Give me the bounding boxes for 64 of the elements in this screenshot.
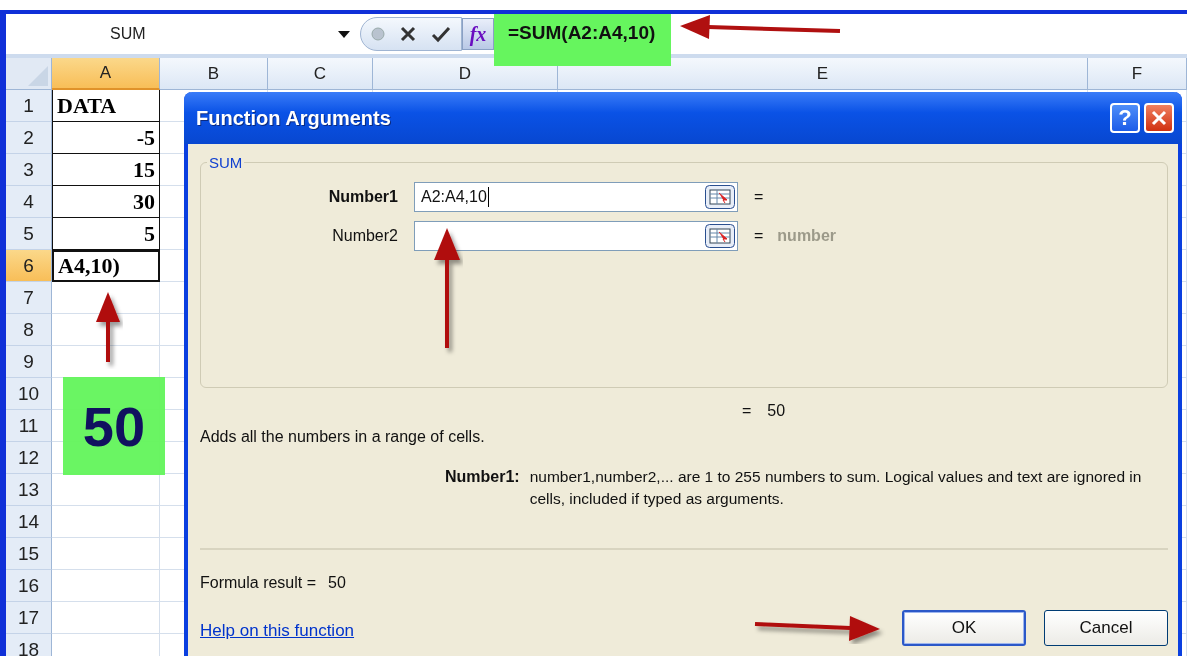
row-header[interactable]: 18: [6, 634, 52, 656]
row-header[interactable]: 5: [6, 218, 52, 250]
row-header[interactable]: 13: [6, 474, 52, 506]
row-header[interactable]: 10: [6, 378, 52, 410]
table-cell: DATA: [52, 90, 160, 122]
row-header[interactable]: 4: [6, 186, 52, 218]
column-header[interactable]: A: [52, 58, 160, 90]
argument-result: number: [777, 226, 836, 245]
dialog-button[interactable]: Cancel: [1044, 610, 1168, 646]
row-header[interactable]: 6: [6, 250, 52, 282]
argument-help-text: number1,number2,... are 1 to 255 numbers to sum. Logical values and text are ignored in cells, included if typed as arguments.: [529, 467, 1143, 509]
function-description: Adds all the numbers in a range of cells.: [200, 428, 486, 446]
table-cell: -5: [52, 122, 160, 154]
row-header[interactable]: 15: [6, 538, 52, 570]
equals-sign: =: [742, 402, 752, 420]
range-select-icon[interactable]: [705, 223, 735, 248]
dropdown-caret-icon[interactable]: [338, 30, 350, 38]
argument-field[interactable]: A2:A4,10: [414, 181, 738, 212]
function-result: 50: [767, 402, 786, 420]
close-button[interactable]: [1144, 103, 1174, 133]
help-button[interactable]: ?: [1110, 103, 1140, 133]
row-header[interactable]: 7: [6, 282, 52, 314]
equals-sign: =: [754, 226, 764, 245]
triangle-icon: [28, 66, 48, 86]
table-cell: 30: [52, 186, 160, 218]
formula-result-label: Formula result =: [200, 574, 317, 592]
column-header[interactable]: F: [1088, 58, 1187, 90]
checkmark-icon[interactable]: [431, 25, 451, 43]
result-callout: 50: [63, 377, 165, 475]
formula-field[interactable]: =SUM(A2:A4,10): [494, 14, 672, 66]
row-header[interactable]: 2: [6, 122, 52, 154]
argument-label: Number1: [327, 187, 399, 206]
column-header[interactable]: E: [558, 58, 1088, 90]
dialog-title: Function Arguments: [196, 106, 392, 130]
argument-label: Number2: [331, 226, 399, 245]
formula-result-value: 50: [328, 574, 346, 592]
table-cell: 15: [52, 154, 160, 186]
row-header[interactable]: 16: [6, 570, 52, 602]
argument-help-label: Number1:: [445, 468, 520, 487]
help-link[interactable]: Help on this function: [200, 621, 355, 641]
group-label: SUM: [208, 154, 244, 171]
arrow: [96, 292, 120, 362]
table-cell: A4,10): [52, 250, 160, 282]
row-header[interactable]: 1: [6, 90, 52, 122]
column-header[interactable]: C: [268, 58, 373, 90]
range-select-icon[interactable]: [705, 184, 735, 209]
equals-sign: =: [754, 187, 764, 206]
row-header[interactable]: 17: [6, 602, 52, 634]
row-header[interactable]: 14: [6, 506, 52, 538]
insert-function-button[interactable]: fx: [462, 18, 494, 50]
row-header[interactable]: 12: [6, 442, 52, 474]
row-header[interactable]: 9: [6, 346, 52, 378]
cancel-icon[interactable]: [399, 25, 417, 43]
row-header[interactable]: 11: [6, 410, 52, 442]
column-header[interactable]: D: [373, 58, 558, 90]
close-icon: [1151, 110, 1167, 126]
name-box[interactable]: SUM: [14, 16, 354, 52]
column-header[interactable]: B: [160, 58, 268, 90]
row-header[interactable]: 3: [6, 154, 52, 186]
argument-field[interactable]: [414, 220, 738, 251]
circle-icon: [371, 27, 385, 41]
dialog-button[interactable]: OK: [902, 610, 1026, 646]
row-header[interactable]: 8: [6, 314, 52, 346]
table-cell: 5: [52, 218, 160, 250]
